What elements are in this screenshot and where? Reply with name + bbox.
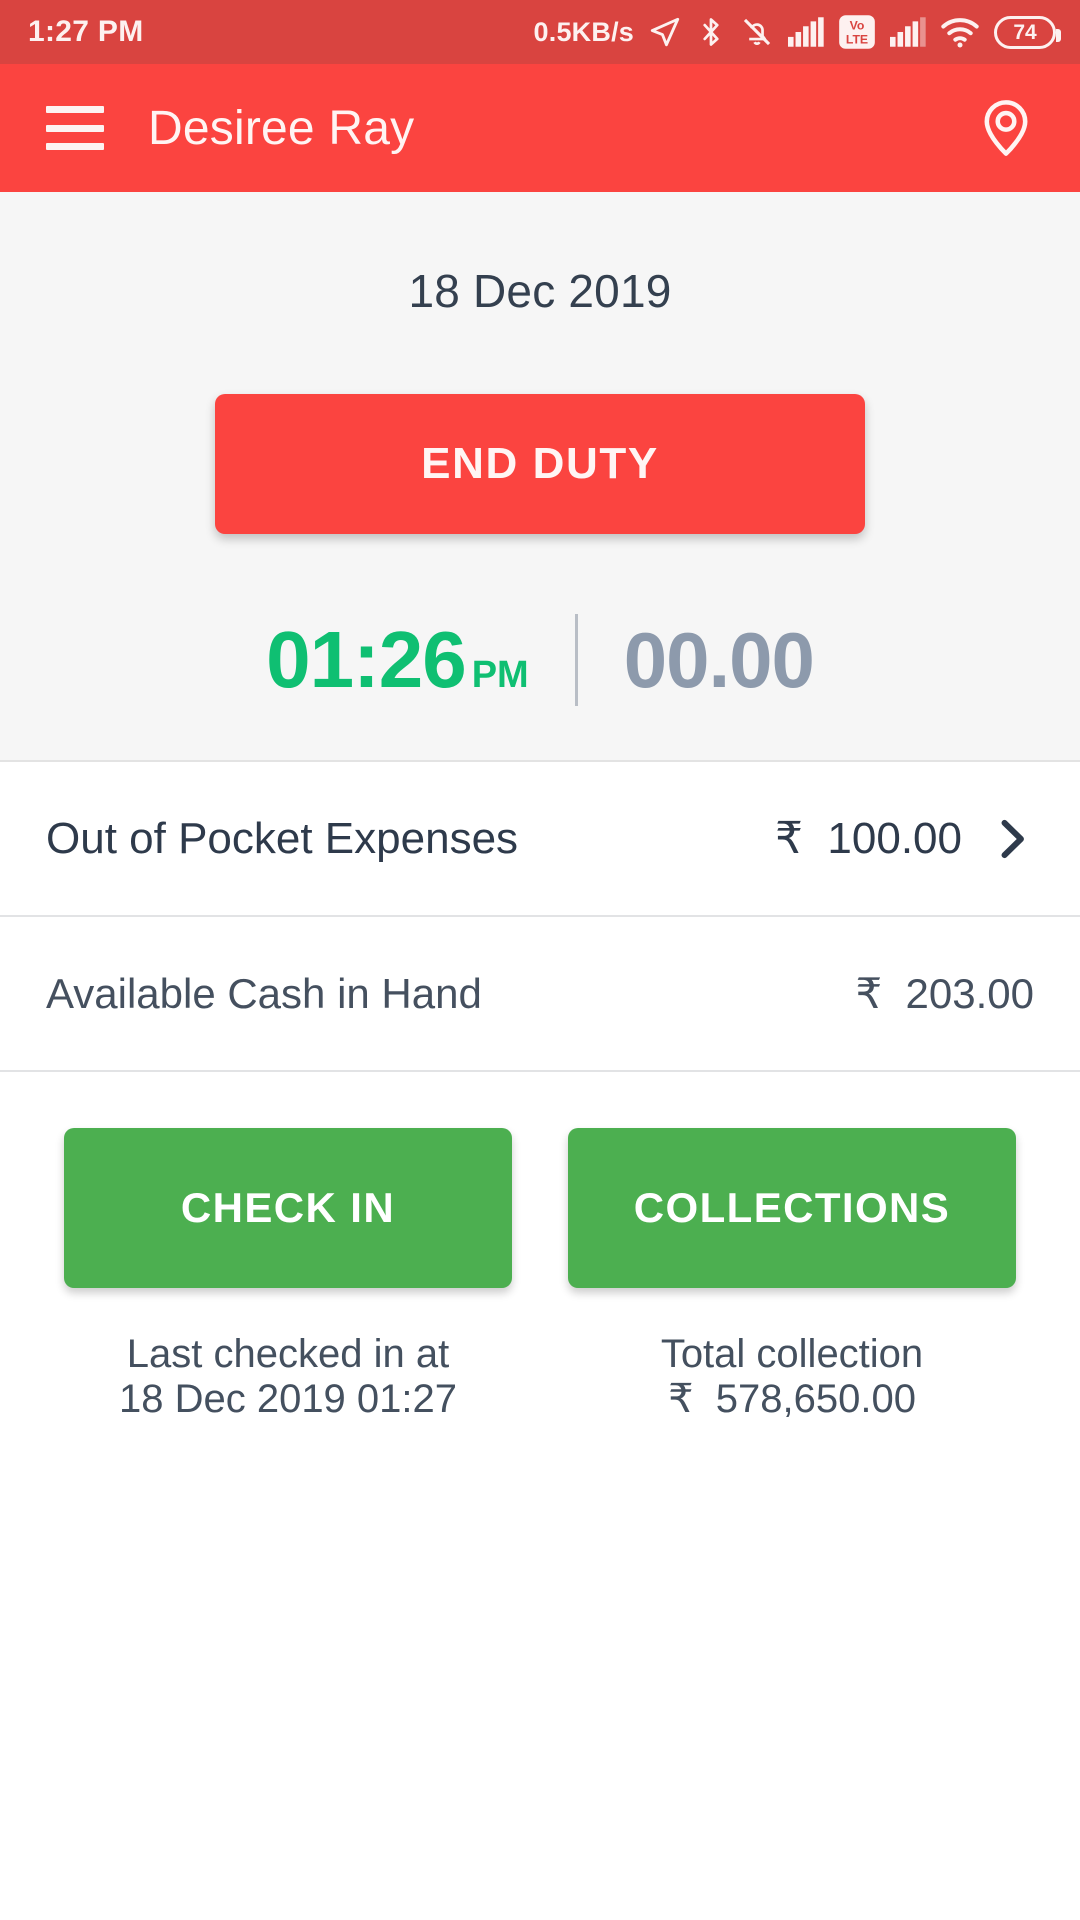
out-of-pocket-expenses-row[interactable]: Out of Pocket Expenses ₹ 100.00 (0, 762, 1080, 917)
chevron-right-icon[interactable] (988, 816, 1034, 862)
battery-level-label: 74 (1013, 20, 1037, 44)
hamburger-line-3 (46, 143, 104, 150)
wifi-icon (940, 16, 980, 48)
app-bar: Desiree Ray (0, 64, 1080, 192)
available-cash-in-hand-row: Available Cash in Hand ₹ 203.00 (0, 917, 1080, 1072)
out-of-pocket-expenses-right: ₹ 100.00 (775, 813, 1034, 864)
duty-time-row: 01:26 PM 00.00 (266, 614, 815, 706)
location-arrow-icon (648, 15, 682, 49)
signal-bars-2-icon (890, 16, 926, 48)
duty-clock: 01:26 PM (266, 614, 529, 706)
check-in-caption-line-2: 18 Dec 2019 01:27 (118, 1376, 458, 1421)
status-bar-icons: 0.5KB/s Vo LTE 74 (533, 13, 1061, 51)
check-in-caption: Last checked in at 18 Dec 2019 01:27 (119, 1332, 457, 1422)
available-cash-in-hand-label: Available Cash in Hand (46, 969, 482, 1017)
status-bar-time: 1:27 PM (28, 15, 144, 48)
status-bar: 1:27 PM 0.5KB/s Vo LTE 74 (0, 0, 1080, 64)
check-in-column: CHECK IN Last checked in at 18 Dec 2019 … (64, 1128, 512, 1422)
time-divider (574, 614, 578, 706)
check-in-caption-line-1: Last checked in at (126, 1332, 450, 1376)
collections-button[interactable]: COLLECTIONS (568, 1128, 1016, 1288)
mute-bell-icon (740, 15, 774, 49)
duty-odometer: 00.00 (623, 615, 815, 704)
available-cash-in-hand-value: ₹ 203.00 (855, 970, 1034, 1017)
collections-caption-line-2: ₹ 578,650.00 (668, 1376, 916, 1421)
hamburger-line-1 (46, 106, 104, 113)
hamburger-menu-icon[interactable] (46, 106, 104, 150)
bluetooth-icon (696, 15, 726, 49)
collections-column: COLLECTIONS Total collection ₹ 578,650.0… (568, 1128, 1016, 1422)
battery-icon: 74 (994, 15, 1061, 49)
duty-panel: 18 Dec 2019 END DUTY 01:26 PM 00.00 (0, 192, 1080, 762)
available-cash-in-hand-right: ₹ 203.00 (855, 969, 1034, 1018)
network-speed-label: 0.5KB/s (533, 16, 634, 47)
map-pin-icon[interactable] (970, 92, 1042, 164)
duty-clock-time: 01:26 (266, 615, 467, 704)
hamburger-line-2 (46, 124, 104, 132)
page-title: Desiree Ray (148, 101, 415, 155)
collections-caption: Total collection ₹ 578,650.00 (661, 1332, 923, 1422)
collections-caption-line-1: Total collection (660, 1332, 924, 1376)
duty-clock-ampm: PM (471, 654, 529, 696)
duty-date: 18 Dec 2019 (408, 265, 672, 317)
signal-bars-icon (788, 16, 824, 48)
svg-text:Vo: Vo (850, 19, 865, 33)
check-in-button[interactable]: CHECK IN (64, 1128, 512, 1288)
out-of-pocket-expenses-value: ₹ 100.00 (774, 814, 962, 863)
svg-text:LTE: LTE (846, 33, 868, 47)
action-buttons-section: CHECK IN Last checked in at 18 Dec 2019 … (0, 1072, 1080, 1422)
out-of-pocket-expenses-label: Out of Pocket Expenses (46, 813, 519, 863)
volte-icon: Vo LTE (838, 13, 876, 51)
end-duty-button[interactable]: END DUTY (215, 394, 865, 534)
